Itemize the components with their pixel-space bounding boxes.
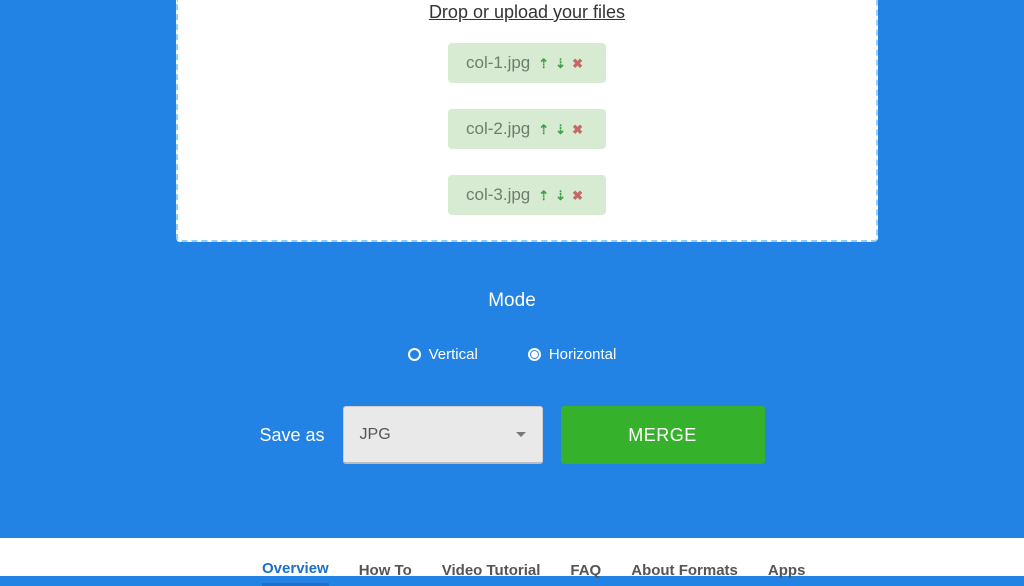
save-as-label: Save as — [259, 425, 324, 446]
move-down-icon[interactable]: ⇣ — [555, 57, 566, 70]
radio-icon — [528, 348, 541, 361]
file-item: col-2.jpg ⇡ ⇣ ✖ — [448, 109, 606, 149]
file-name: col-3.jpg — [466, 185, 530, 205]
radio-label: Horizontal — [549, 346, 617, 363]
file-name: col-2.jpg — [466, 119, 530, 139]
nav-tabs: Overview How To Video Tutorial FAQ About… — [262, 560, 805, 586]
tab-video-tutorial[interactable]: Video Tutorial — [442, 562, 541, 585]
dropzone-title: Drop or upload your files — [429, 2, 625, 23]
mode-label: Mode — [0, 290, 1024, 312]
tab-apps[interactable]: Apps — [768, 562, 806, 585]
move-up-icon[interactable]: ⇡ — [538, 123, 549, 136]
remove-icon[interactable]: ✖ — [572, 123, 583, 136]
merge-button[interactable]: MERGE — [561, 406, 765, 464]
radio-icon — [408, 348, 421, 361]
tab-about-formats[interactable]: About Formats — [631, 562, 738, 585]
tab-overview[interactable]: Overview — [262, 560, 329, 586]
move-up-icon[interactable]: ⇡ — [538, 57, 549, 70]
move-down-icon[interactable]: ⇣ — [555, 123, 566, 136]
mode-radio-vertical[interactable]: Vertical — [408, 346, 478, 363]
file-item: col-3.jpg ⇡ ⇣ ✖ — [448, 175, 606, 215]
dropzone[interactable]: Drop or upload your files col-1.jpg ⇡ ⇣ … — [176, 0, 878, 242]
tab-faq[interactable]: FAQ — [570, 562, 601, 585]
format-value: JPG — [360, 426, 391, 444]
save-row: Save as JPG MERGE — [0, 406, 1024, 464]
tab-how-to[interactable]: How To — [359, 562, 412, 585]
move-up-icon[interactable]: ⇡ — [538, 189, 549, 202]
mode-section: Mode Vertical Horizontal — [0, 290, 1024, 363]
remove-icon[interactable]: ✖ — [572, 189, 583, 202]
remove-icon[interactable]: ✖ — [572, 57, 583, 70]
mode-options: Vertical Horizontal — [0, 346, 1024, 363]
file-list: col-1.jpg ⇡ ⇣ ✖ col-2.jpg ⇡ ⇣ ✖ col-3.jp… — [178, 43, 876, 215]
chevron-down-icon — [516, 432, 526, 437]
format-select[interactable]: JPG — [343, 406, 543, 464]
move-down-icon[interactable]: ⇣ — [555, 189, 566, 202]
file-name: col-1.jpg — [466, 53, 530, 73]
radio-label: Vertical — [429, 346, 478, 363]
main-panel: Drop or upload your files col-1.jpg ⇡ ⇣ … — [0, 0, 1024, 538]
mode-radio-horizontal[interactable]: Horizontal — [528, 346, 617, 363]
file-item: col-1.jpg ⇡ ⇣ ✖ — [448, 43, 606, 83]
